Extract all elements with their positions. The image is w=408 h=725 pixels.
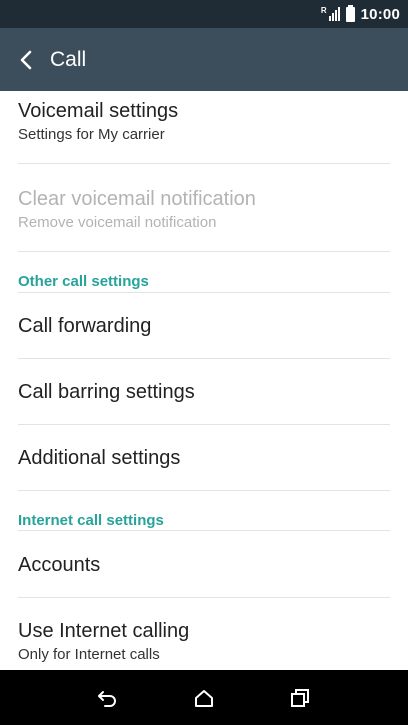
item-title: Additional settings xyxy=(18,447,181,469)
roaming-signal-icon: R xyxy=(321,7,340,21)
divider xyxy=(18,358,390,359)
recents-icon xyxy=(291,688,309,707)
item-subtitle: Only for Internet calls xyxy=(18,646,160,663)
chevron-left-icon xyxy=(20,50,32,69)
accounts-item[interactable]: Accounts xyxy=(18,553,390,577)
battery-icon xyxy=(345,4,355,22)
roaming-indicator: R xyxy=(320,6,327,15)
divider xyxy=(18,490,390,491)
item-title: Use Internet calling xyxy=(18,620,190,642)
item-title: Clear voicemail notification xyxy=(18,188,256,210)
page-title: Call xyxy=(50,47,87,71)
divider xyxy=(18,424,390,425)
divider xyxy=(18,163,390,164)
section-header-other-call-settings: Other call settings xyxy=(18,273,149,290)
additional-settings-item[interactable]: Additional settings xyxy=(18,446,390,470)
clear-voicemail-notification-item[interactable]: Clear voicemail notification Remove voic… xyxy=(18,187,390,232)
voicemail-settings-item[interactable]: Voicemail settings Settings for My carri… xyxy=(18,99,390,144)
navigation-bar xyxy=(0,670,408,725)
back-button[interactable] xyxy=(0,28,52,91)
back-icon xyxy=(98,690,116,707)
item-subtitle: Remove voicemail notification xyxy=(18,214,217,231)
status-time: 10:00 xyxy=(360,5,400,23)
item-subtitle: Settings for My carrier xyxy=(18,126,165,143)
item-title: Accounts xyxy=(18,554,101,576)
app-bar: Call xyxy=(0,28,408,91)
divider xyxy=(18,292,390,293)
section-header-internet-call-settings: Internet call settings xyxy=(18,512,164,529)
divider xyxy=(18,530,390,531)
status-bar: R 10:00 xyxy=(0,0,408,28)
call-barring-settings-item[interactable]: Call barring settings xyxy=(18,380,390,404)
item-title: Call barring settings xyxy=(18,381,195,403)
item-title: Voicemail settings xyxy=(18,100,179,122)
use-internet-calling-item[interactable]: Use Internet calling Only for Internet c… xyxy=(18,619,390,664)
call-forwarding-item[interactable]: Call forwarding xyxy=(18,314,390,338)
nav-home-button[interactable] xyxy=(178,675,230,720)
settings-list[interactable]: Voicemail settings Settings for My carri… xyxy=(0,91,408,670)
divider xyxy=(18,251,390,252)
item-title: Call forwarding xyxy=(18,315,152,337)
divider xyxy=(18,597,390,598)
nav-recents-button[interactable] xyxy=(274,675,326,720)
home-icon xyxy=(195,689,213,707)
nav-back-button[interactable] xyxy=(82,675,134,720)
